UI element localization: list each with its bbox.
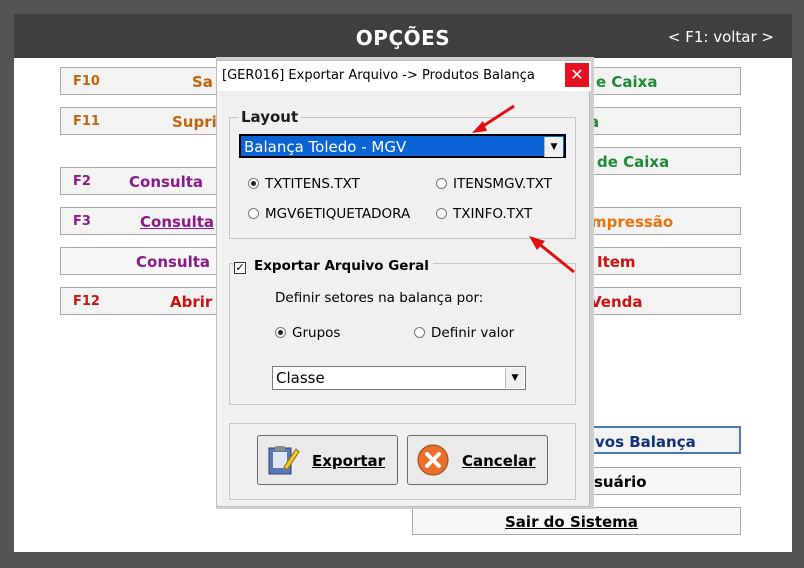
arrow-icon [529, 236, 575, 274]
annotation-arrows [472, 104, 575, 274]
arrow-icon [472, 104, 515, 133]
